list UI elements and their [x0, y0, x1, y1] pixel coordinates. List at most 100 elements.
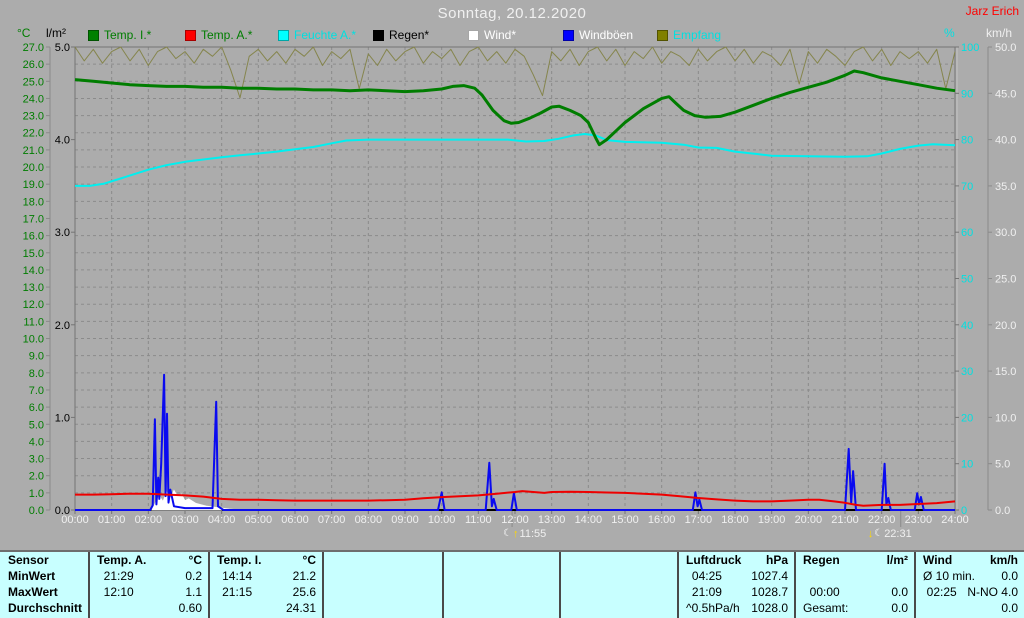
tick-label: 11.0: [23, 316, 44, 328]
table-cell-time: 21:09: [691, 585, 722, 599]
table-cell-time: [90, 601, 147, 617]
tick-label: 30: [961, 366, 973, 378]
table-cell-time: ^0.5hPa/h: [686, 601, 740, 615]
x-axis-label: 03:00: [171, 514, 199, 526]
table-row-label: Sensor: [8, 553, 49, 567]
table-cell-value: 1028.0: [751, 601, 788, 615]
x-axis-label: 10:00: [427, 514, 456, 526]
tick-label: 22.0: [23, 128, 44, 140]
x-axis-label: 18:00: [721, 514, 749, 526]
gridlines: [74, 46, 958, 511]
tick-label: 45.0: [995, 88, 1016, 100]
table-cell-time: 00:00: [809, 585, 840, 599]
x-axis-label: 06:00: [281, 514, 309, 526]
table-col-regen: Regen l/m² 00:00 0.0 Gesamt: 0.0: [794, 552, 914, 618]
tick-label: 50.0: [995, 42, 1016, 54]
moon-marker-moonset: ↓ ☾ 22:31: [868, 528, 912, 540]
table-row-label: Durchschnitt: [8, 601, 83, 615]
tick-label: 30.0: [995, 227, 1016, 239]
tick-label: 6.0: [29, 402, 44, 414]
table-cell-time: 02:25: [926, 585, 957, 599]
tick-label: 4.0: [29, 436, 44, 448]
table-row: Ø 10 min. 0.0: [916, 569, 1024, 585]
table-col-temp-a-: Temp. A. °C 21:29 0.2 12:10 1.1 0.60: [88, 552, 208, 618]
table-cell-time: [561, 569, 617, 585]
x-axis-label: 12:00: [501, 514, 529, 526]
table-row: Gesamt: 0.0: [796, 601, 914, 617]
table-row: [444, 585, 559, 601]
x-axis-label: 16:00: [647, 514, 676, 526]
tick-label: 23.0: [23, 111, 44, 123]
table-cell-value: 0.0: [891, 601, 908, 615]
axes: 27.0 26.0 25.0 24.0 23.0 22.0 21.0 20.0 19.0 18.0…: [23, 42, 1016, 527]
table-col-empty: [322, 552, 442, 618]
table-cell-value: [381, 601, 442, 617]
tick-label: 35.0: [995, 181, 1016, 193]
tick-label: 7.0: [29, 385, 44, 397]
tick-label: 3.0: [29, 454, 44, 466]
x-axis-label: 11:00: [464, 514, 492, 526]
table-cell-value: [500, 569, 559, 585]
tick-label: 16.0: [23, 231, 44, 243]
table-cell-value: 24.31: [285, 601, 316, 615]
tick-label: 13.0: [23, 282, 44, 294]
table-col-rowlabels: Sensor MinWert MaxWert Durchschnitt: [0, 552, 88, 618]
table-cell-time: Gesamt:: [803, 601, 849, 615]
tick-label: 21.0: [23, 145, 44, 157]
table-cell-time: [444, 569, 500, 585]
table-cell-time: [324, 601, 381, 617]
moon-marker-time: 11:55: [519, 528, 547, 540]
table-cell-value: 25.6: [292, 585, 316, 599]
tick-label: 9.0: [29, 351, 44, 363]
moon-icon: ☾: [874, 528, 884, 539]
x-axis-label: 22:00: [867, 514, 896, 526]
table-cell-value: [381, 585, 442, 601]
table-cell-value: [500, 585, 559, 601]
table-row: 04:25 1027.4: [679, 569, 794, 585]
table-cell-value: [853, 569, 914, 585]
x-axis-label: 02:00: [134, 514, 163, 526]
x-axis-label: 20:00: [794, 514, 823, 526]
table-row: 21:09 1028.7: [679, 585, 794, 601]
tick-label: 12.0: [23, 299, 44, 311]
series-line-feuchte_a: [75, 133, 956, 187]
x-axis-label: 17:00: [684, 514, 713, 526]
x-axis-label: 14:00: [574, 514, 603, 526]
x-axis-label: 08:00: [354, 514, 383, 526]
tick-label: 60: [961, 227, 973, 239]
tick-label: 40.0: [995, 135, 1016, 147]
table-col-unit: hPa: [765, 553, 788, 567]
table-cell-time: 21:15: [222, 585, 253, 599]
table-cell-time: 21:29: [103, 569, 134, 583]
tick-label: 24.0: [23, 93, 44, 105]
table-cell-value: 0.60: [178, 601, 202, 615]
table-row: 02:25 N-NO 4.0: [916, 585, 1024, 601]
table-cell-time: [561, 601, 617, 617]
tick-label: 25.0: [995, 274, 1016, 286]
table-cell-time: 04:25: [691, 569, 722, 583]
tick-label: 10.0: [23, 334, 44, 346]
table-col-unit: °C: [302, 553, 316, 567]
chart-plot-area[interactable]: 27.0 26.0 25.0 24.0 23.0 22.0 21.0 20.0 19.0 18.0…: [0, 0, 1024, 550]
table-cell-value: [500, 601, 559, 617]
tick-label: 1.0: [55, 412, 70, 424]
tick-label: 80: [961, 135, 973, 147]
tick-label: 10: [961, 459, 973, 471]
x-axis-label: 23:00: [904, 514, 933, 526]
moon-marker-moonrise: ☾ ↑ 11:55: [503, 528, 546, 540]
tick-label: 4.0: [55, 135, 70, 147]
table-row: [324, 585, 442, 601]
x-axis-label: 24:00: [941, 514, 969, 526]
table-cell-time: [324, 569, 381, 585]
table-row: 00:00 0.0: [796, 585, 914, 601]
table-cell-value: [617, 601, 677, 617]
tick-label: 19.0: [23, 179, 44, 191]
table-cell-value: 0.0: [1001, 601, 1018, 615]
table-row: 21:29 0.2: [90, 569, 208, 585]
table-col-header: [324, 553, 331, 569]
moon-marker-time: 22:31: [884, 528, 912, 540]
table-cell-time: [324, 585, 381, 601]
tick-label: 14.0: [23, 265, 44, 277]
tick-label: 17.0: [23, 213, 44, 225]
table-row: 12:10 1.1: [90, 585, 208, 601]
